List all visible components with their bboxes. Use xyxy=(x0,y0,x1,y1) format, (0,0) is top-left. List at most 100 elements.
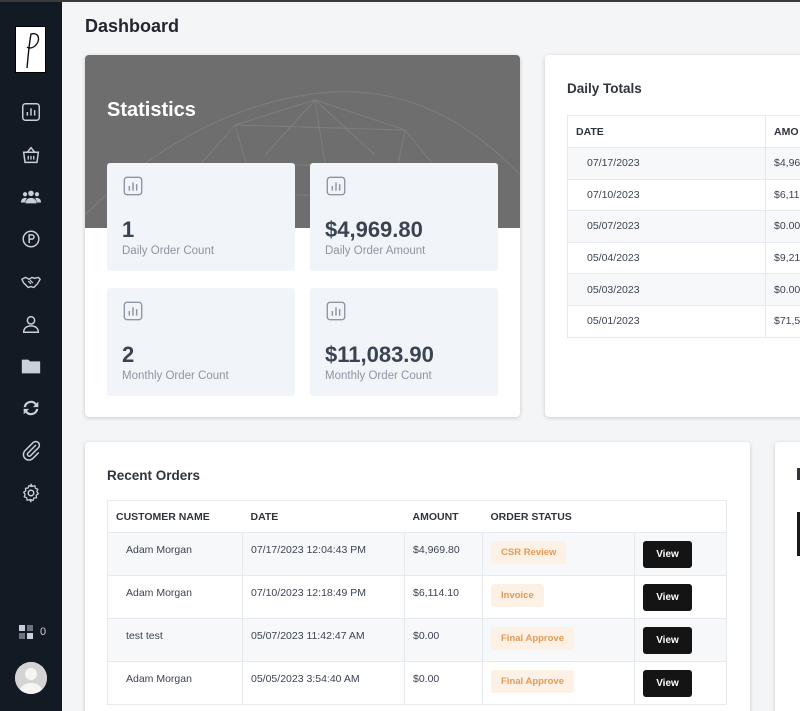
table-row[interactable]: Adam Morgan 05/05/2023 3:54:40 AM $0.00 … xyxy=(107,661,727,705)
cell-action: View xyxy=(634,661,727,705)
cell-customer: Adam Morgan xyxy=(107,532,243,576)
table-row[interactable]: test test 05/07/2023 11:42:47 AM $0.00 F… xyxy=(107,618,727,662)
tile-monthly-order-count: 2 Monthly Order Count xyxy=(107,288,295,396)
cell-amount: $4,969.80 xyxy=(404,532,483,576)
cell-date: 07/10/2023 12:18:49 PM xyxy=(242,575,405,619)
sidebar-item-payments[interactable] xyxy=(17,225,45,253)
logo-p-icon xyxy=(25,32,39,68)
cell-amount: $6,11 xyxy=(765,179,800,212)
page-title: Dashboard xyxy=(85,16,180,36)
recent-orders-card: Recent Orders CUSTOMER NAME DATE AMOUNT … xyxy=(85,442,750,711)
tile-value: $11,083.90 xyxy=(325,342,434,367)
column-header-date: DATE xyxy=(242,500,405,533)
cell-customer: test test xyxy=(107,618,243,662)
sidebar-item-reports[interactable] xyxy=(17,98,45,126)
tile-monthly-order-amount: $11,083.90 Monthly Order Count xyxy=(310,288,498,396)
sidebar-item-attachments[interactable] xyxy=(17,436,45,464)
table-header-row: DATE AMO xyxy=(567,115,800,148)
user-avatar-icon xyxy=(15,662,47,694)
cell-action: View xyxy=(634,618,727,662)
cell-amount: $9,21 xyxy=(765,242,800,275)
chart-icon xyxy=(326,176,346,196)
shopping-basket-icon xyxy=(22,146,40,164)
sidebar: 0 xyxy=(0,0,62,711)
cell-amount: $71,5 xyxy=(765,305,800,338)
chart-icon xyxy=(123,301,143,321)
table-row[interactable]: Adam Morgan 07/10/2023 12:18:49 PM $6,11… xyxy=(107,575,727,619)
tile-value: 1 xyxy=(122,217,135,242)
table-row[interactable]: 07/10/2023 $6,11 xyxy=(567,179,800,212)
cell-amount: $6,114.10 xyxy=(404,575,483,619)
sidebar-item-customers[interactable] xyxy=(17,183,45,211)
tile-label: Monthly Order Count xyxy=(122,370,229,382)
cell-date: 05/07/2023 11:42:47 AM xyxy=(242,618,405,662)
sidebar-item-partners[interactable] xyxy=(17,268,45,296)
cell-status: Invoice xyxy=(482,575,635,619)
sidebar-item-files[interactable] xyxy=(17,352,45,380)
table-row[interactable]: 07/17/2023 $4,96 xyxy=(567,147,800,180)
table-row[interactable]: Adam Morgan 07/17/2023 12:04:43 PM $4,96… xyxy=(107,532,727,576)
statistics-title: Statistics xyxy=(107,99,196,121)
paperclip-icon xyxy=(22,440,41,461)
side-card-partial xyxy=(775,442,800,711)
tile-daily-order-count: 1 Daily Order Count xyxy=(107,163,295,271)
view-order-button[interactable]: View xyxy=(643,670,692,697)
daily-totals-title: Daily Totals xyxy=(567,81,642,96)
view-order-button[interactable]: View xyxy=(643,584,692,611)
cell-date: 07/17/2023 xyxy=(567,147,766,180)
tile-daily-order-amount: $4,969.80 Daily Order Amount xyxy=(310,163,498,271)
sidebar-item-profile[interactable] xyxy=(17,310,45,338)
brand-logo[interactable] xyxy=(15,26,46,73)
table-row[interactable]: 05/04/2023 $9,21 xyxy=(567,242,800,275)
avatar[interactable] xyxy=(15,662,47,694)
tile-value: 2 xyxy=(122,342,135,367)
cell-date: 05/07/2023 xyxy=(567,210,766,243)
tile-label: Daily Order Amount xyxy=(325,245,426,257)
daily-totals-card: Daily Totals DATE AMO 07/17/2023 $4,96 07… xyxy=(545,55,800,417)
sidebar-item-orders[interactable] xyxy=(17,141,45,169)
status-badge: CSR Review xyxy=(491,541,567,564)
cell-date: 05/04/2023 xyxy=(567,242,766,275)
recent-orders-table: CUSTOMER NAME DATE AMOUNT ORDER STATUS A… xyxy=(107,500,727,705)
cell-date: 05/05/2023 3:54:40 AM xyxy=(242,661,405,705)
sidebar-item-sync[interactable] xyxy=(17,394,45,422)
chart-icon xyxy=(326,301,346,321)
cell-amount: $0.00 xyxy=(765,210,800,243)
cell-amount: $0.00 xyxy=(404,661,483,705)
status-badge: Invoice xyxy=(491,584,544,607)
table-header-row: CUSTOMER NAME DATE AMOUNT ORDER STATUS xyxy=(107,500,727,533)
cell-date: 07/17/2023 12:04:43 PM xyxy=(242,532,405,576)
table-row[interactable]: 05/07/2023 $0.00 xyxy=(567,210,800,243)
table-row[interactable]: 05/01/2023 $71,5 xyxy=(567,305,800,338)
statistics-card: Statistics 1 Daily Order Count $4,969.80… xyxy=(85,55,520,417)
cell-action: View xyxy=(634,575,727,619)
grid-icon xyxy=(19,625,33,639)
cell-amount: $4,96 xyxy=(765,147,800,180)
status-badge: Final Approve xyxy=(491,627,574,650)
cell-customer: Adam Morgan xyxy=(107,661,243,705)
chart-icon xyxy=(22,103,40,121)
p-circle-icon xyxy=(22,230,40,248)
recent-orders-title: Recent Orders xyxy=(107,468,201,483)
cell-date: 05/03/2023 xyxy=(567,273,766,306)
cell-status: Final Approve xyxy=(482,661,635,705)
view-order-button[interactable]: View xyxy=(643,541,692,568)
column-header-customer: CUSTOMER NAME xyxy=(107,500,243,533)
handshake-icon xyxy=(21,276,41,289)
sidebar-item-settings[interactable] xyxy=(17,479,45,507)
cell-amount: $0.00 xyxy=(765,273,800,306)
tile-label: Daily Order Count xyxy=(122,245,215,257)
view-order-button[interactable]: View xyxy=(643,627,692,654)
sync-icon xyxy=(23,400,39,416)
cell-customer: Adam Morgan xyxy=(107,575,243,619)
column-header-amount: AMO xyxy=(765,115,800,148)
widget-counter[interactable]: 0 xyxy=(18,624,46,640)
gear-icon xyxy=(23,483,39,503)
chart-icon xyxy=(123,176,143,196)
user-icon xyxy=(22,315,40,333)
tile-value: $4,969.80 xyxy=(325,217,423,242)
cell-date: 07/10/2023 xyxy=(567,179,766,212)
folder-icon xyxy=(21,359,41,374)
daily-totals-table: DATE AMO 07/17/2023 $4,96 07/10/2023 $6,11… xyxy=(567,115,800,338)
table-row[interactable]: 05/03/2023 $0.00 xyxy=(567,273,800,306)
